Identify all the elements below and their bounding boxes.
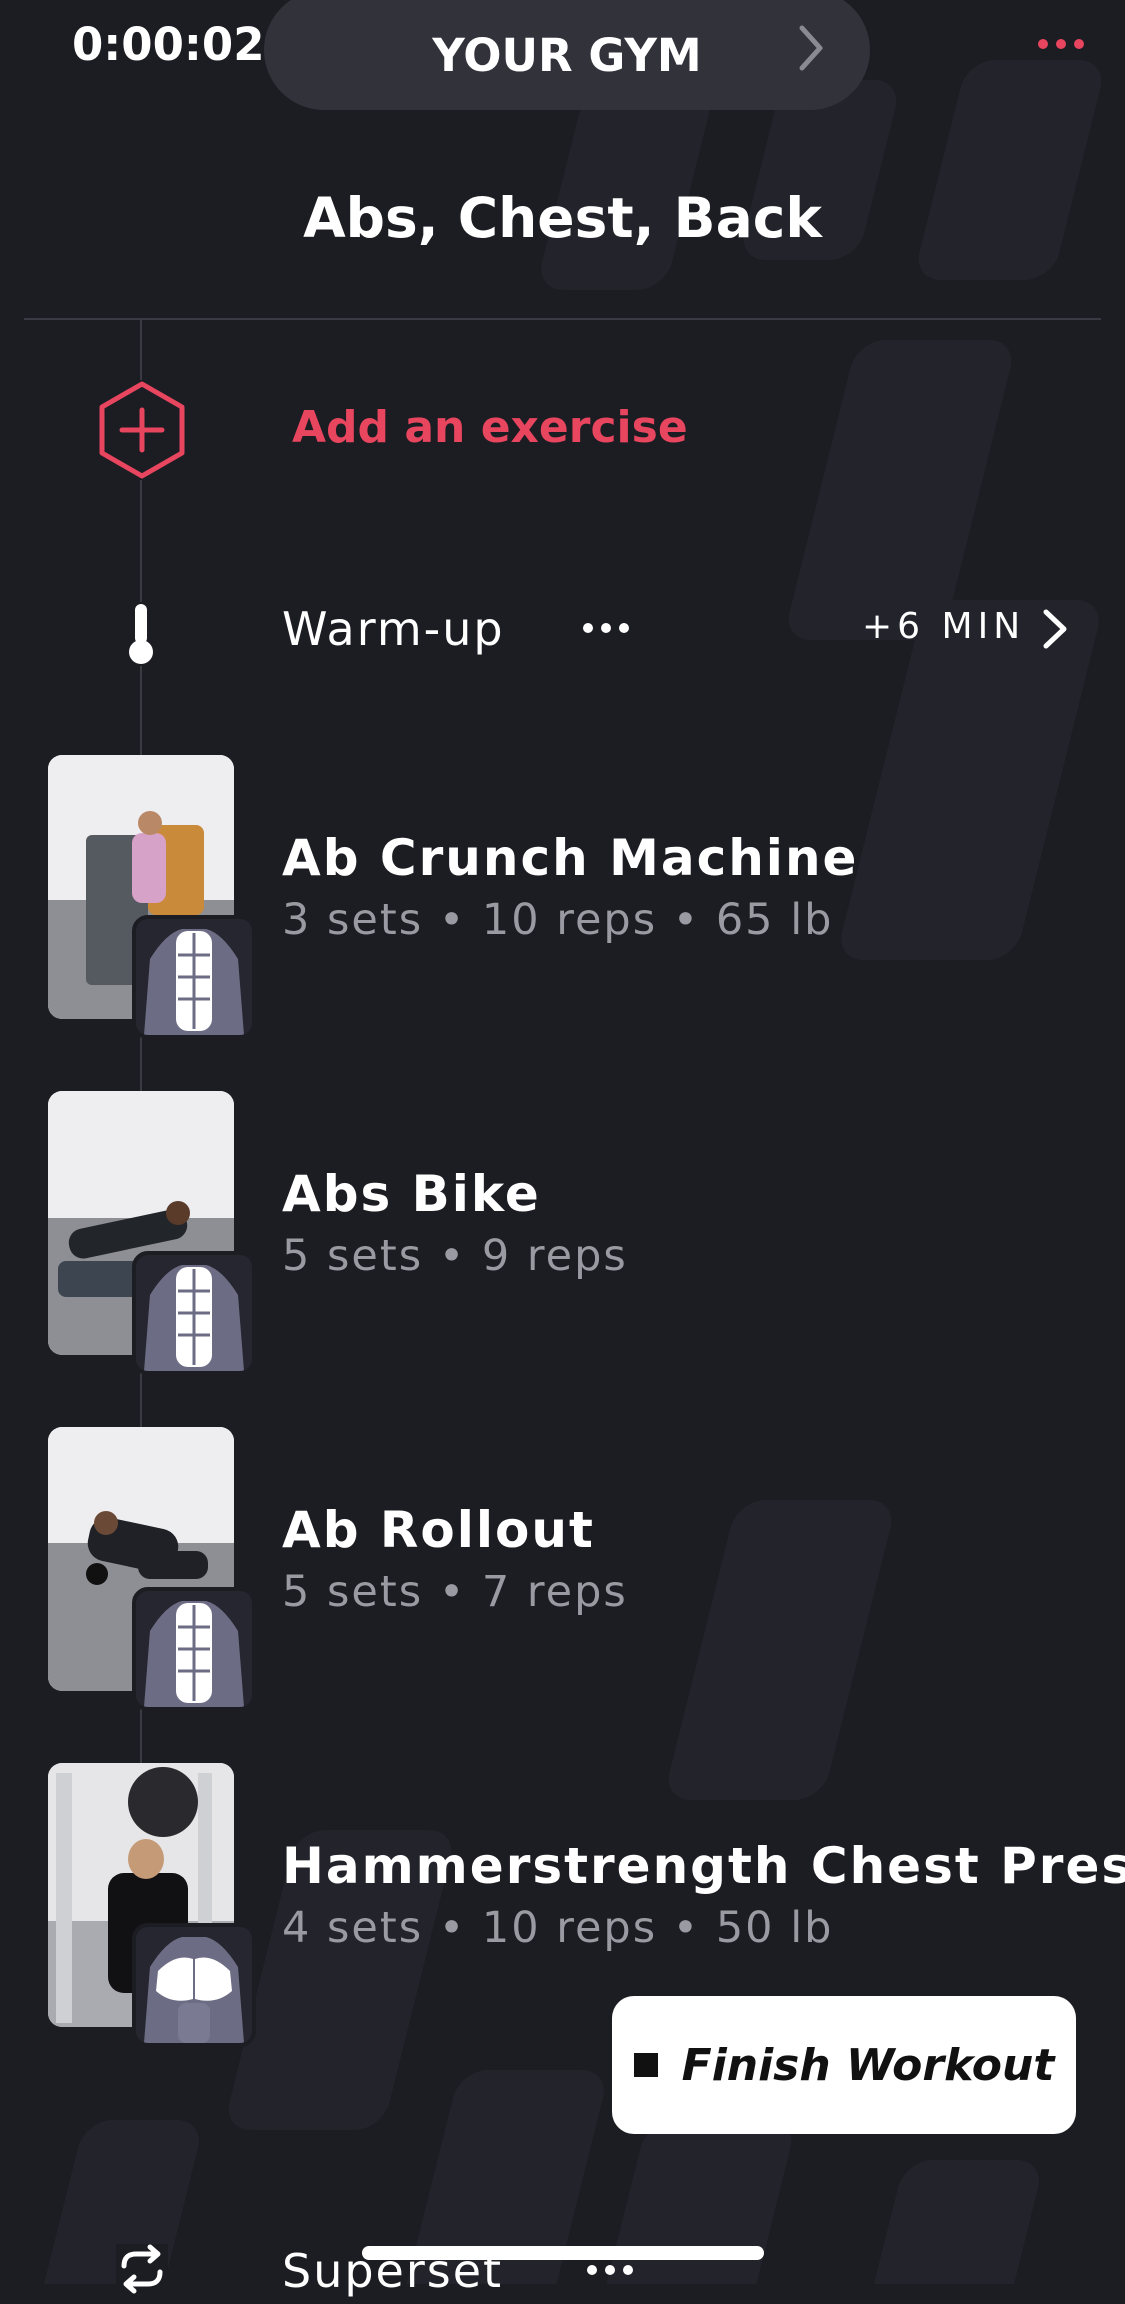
add-exercise-label: Add an exercise [292, 402, 688, 453]
finish-workout-label: Finish Workout [681, 2039, 1055, 2091]
warmup-more-icon[interactable] [580, 618, 632, 638]
exercise-row[interactable]: Ab Crunch Machine 3 sets • 10 reps • 65 … [0, 755, 1125, 1039]
add-hexagon-icon [96, 380, 188, 480]
add-exercise-row[interactable]: Add an exercise [0, 380, 1125, 480]
superset-cycle-icon [116, 2244, 168, 2294]
exercise-name: Ab Rollout [282, 1501, 595, 1559]
superset-row[interactable]: Superset [0, 2224, 1125, 2304]
exercise-detail: 3 sets • 10 reps • 65 lb [282, 895, 834, 945]
more-dots-icon[interactable] [1031, 22, 1091, 62]
exercise-name: Hammerstrength Chest Press [282, 1837, 1125, 1895]
chevron-right-icon [1043, 609, 1067, 649]
workout-title: Abs, Chest, Back [303, 186, 822, 250]
workout-timer: 0:00:02 [72, 18, 265, 71]
gym-label: YOUR GYM [432, 28, 702, 82]
warmup-duration: +6 MIN [862, 606, 1026, 647]
gym-selector[interactable]: YOUR GYM [264, 0, 870, 110]
warmup-row[interactable]: Warm-up +6 MIN [0, 590, 1125, 670]
home-indicator[interactable] [362, 2246, 764, 2260]
chevron-right-icon [799, 25, 823, 71]
warmup-label: Warm-up [282, 602, 505, 656]
superset-more-icon[interactable] [584, 2260, 636, 2280]
exercise-name: Abs Bike [282, 1165, 541, 1223]
abs-muscle-icon [132, 1251, 256, 1375]
exercise-row[interactable]: Ab Rollout 5 sets • 7 reps [0, 1427, 1125, 1711]
exercise-name: Ab Crunch Machine [282, 829, 859, 887]
header-divider [24, 318, 1101, 320]
abs-muscle-icon [132, 915, 256, 1039]
exercise-detail: 5 sets • 9 reps [282, 1231, 628, 1281]
exercise-detail: 4 sets • 10 reps • 50 lb [282, 1903, 834, 1953]
stop-icon [633, 2053, 658, 2077]
finish-workout-button[interactable]: Finish Workout [612, 1996, 1076, 2134]
exercise-row[interactable]: Abs Bike 5 sets • 9 reps [0, 1091, 1125, 1375]
chest-muscle-icon [132, 1923, 256, 2047]
exercise-detail: 5 sets • 7 reps [282, 1567, 628, 1617]
abs-muscle-icon [132, 1587, 256, 1711]
thermometer-icon [126, 602, 156, 666]
